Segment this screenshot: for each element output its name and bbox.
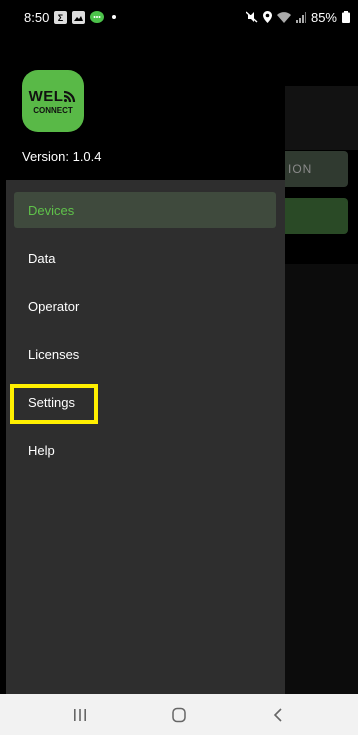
gallery-icon [72, 10, 86, 24]
menu-item-licenses[interactable]: Licenses [14, 336, 276, 372]
wifi-icon [276, 11, 291, 23]
menu-item-label: Settings [28, 394, 75, 410]
status-bar: 8:50 Σ 85% [0, 0, 358, 34]
location-icon [262, 11, 272, 23]
background-button-1: ION [278, 151, 348, 187]
menu-item-help[interactable]: Help [14, 432, 276, 468]
menu-item-label: Devices [28, 202, 75, 218]
logo-text-wel: WEL [28, 87, 64, 105]
status-time: 8:50 [24, 9, 50, 25]
wel-connect-logo: WEL CONNECT [22, 70, 84, 132]
chat-icon [90, 10, 105, 24]
signal-icon [295, 11, 306, 23]
status-left: 8:50 Σ [24, 9, 117, 25]
menu-item-devices[interactable]: Devices [14, 192, 276, 228]
menu-item-label: Help [28, 442, 55, 458]
menu-item-operator[interactable]: Operator [14, 288, 276, 324]
menu-item-label: Operator [28, 298, 80, 314]
mute-icon [245, 11, 258, 23]
home-icon [172, 707, 186, 722]
app-version: Version: 1.0.4 [22, 149, 102, 164]
svg-text:Σ: Σ [58, 13, 64, 23]
logo-signal-icon [64, 90, 76, 102]
notification-dot [112, 15, 117, 19]
drawer-menu: Devices Data Operator Licenses Settings … [6, 180, 285, 694]
logo-top: WEL [29, 88, 78, 105]
menu-item-data[interactable]: Data [14, 240, 276, 276]
battery-icon [342, 11, 350, 23]
home-button[interactable] [159, 700, 199, 730]
menu-item-settings[interactable]: Settings [14, 384, 276, 420]
back-icon [274, 707, 282, 722]
status-right: 85% [245, 9, 350, 25]
screen: ION 8:50 Σ 85% WEL CONNECT Version: 1.0.… [0, 0, 358, 735]
menu-item-label: Data [28, 250, 56, 266]
battery-percent: 85% [310, 9, 337, 25]
system-nav-bar [0, 694, 358, 735]
logo-text-connect: CONNECT [33, 105, 73, 115]
navigation-drawer: WEL CONNECT Version: 1.0.4 Devices Data [6, 0, 285, 694]
recent-apps-button[interactable] [60, 700, 100, 730]
background-toolbar [284, 86, 358, 150]
recent-apps-icon [73, 708, 86, 721]
background-panel [284, 264, 358, 694]
email-app-icon: Σ [54, 10, 68, 24]
background-button-2 [278, 198, 348, 234]
back-button[interactable] [258, 700, 298, 730]
menu-item-label: Licenses [28, 346, 80, 362]
